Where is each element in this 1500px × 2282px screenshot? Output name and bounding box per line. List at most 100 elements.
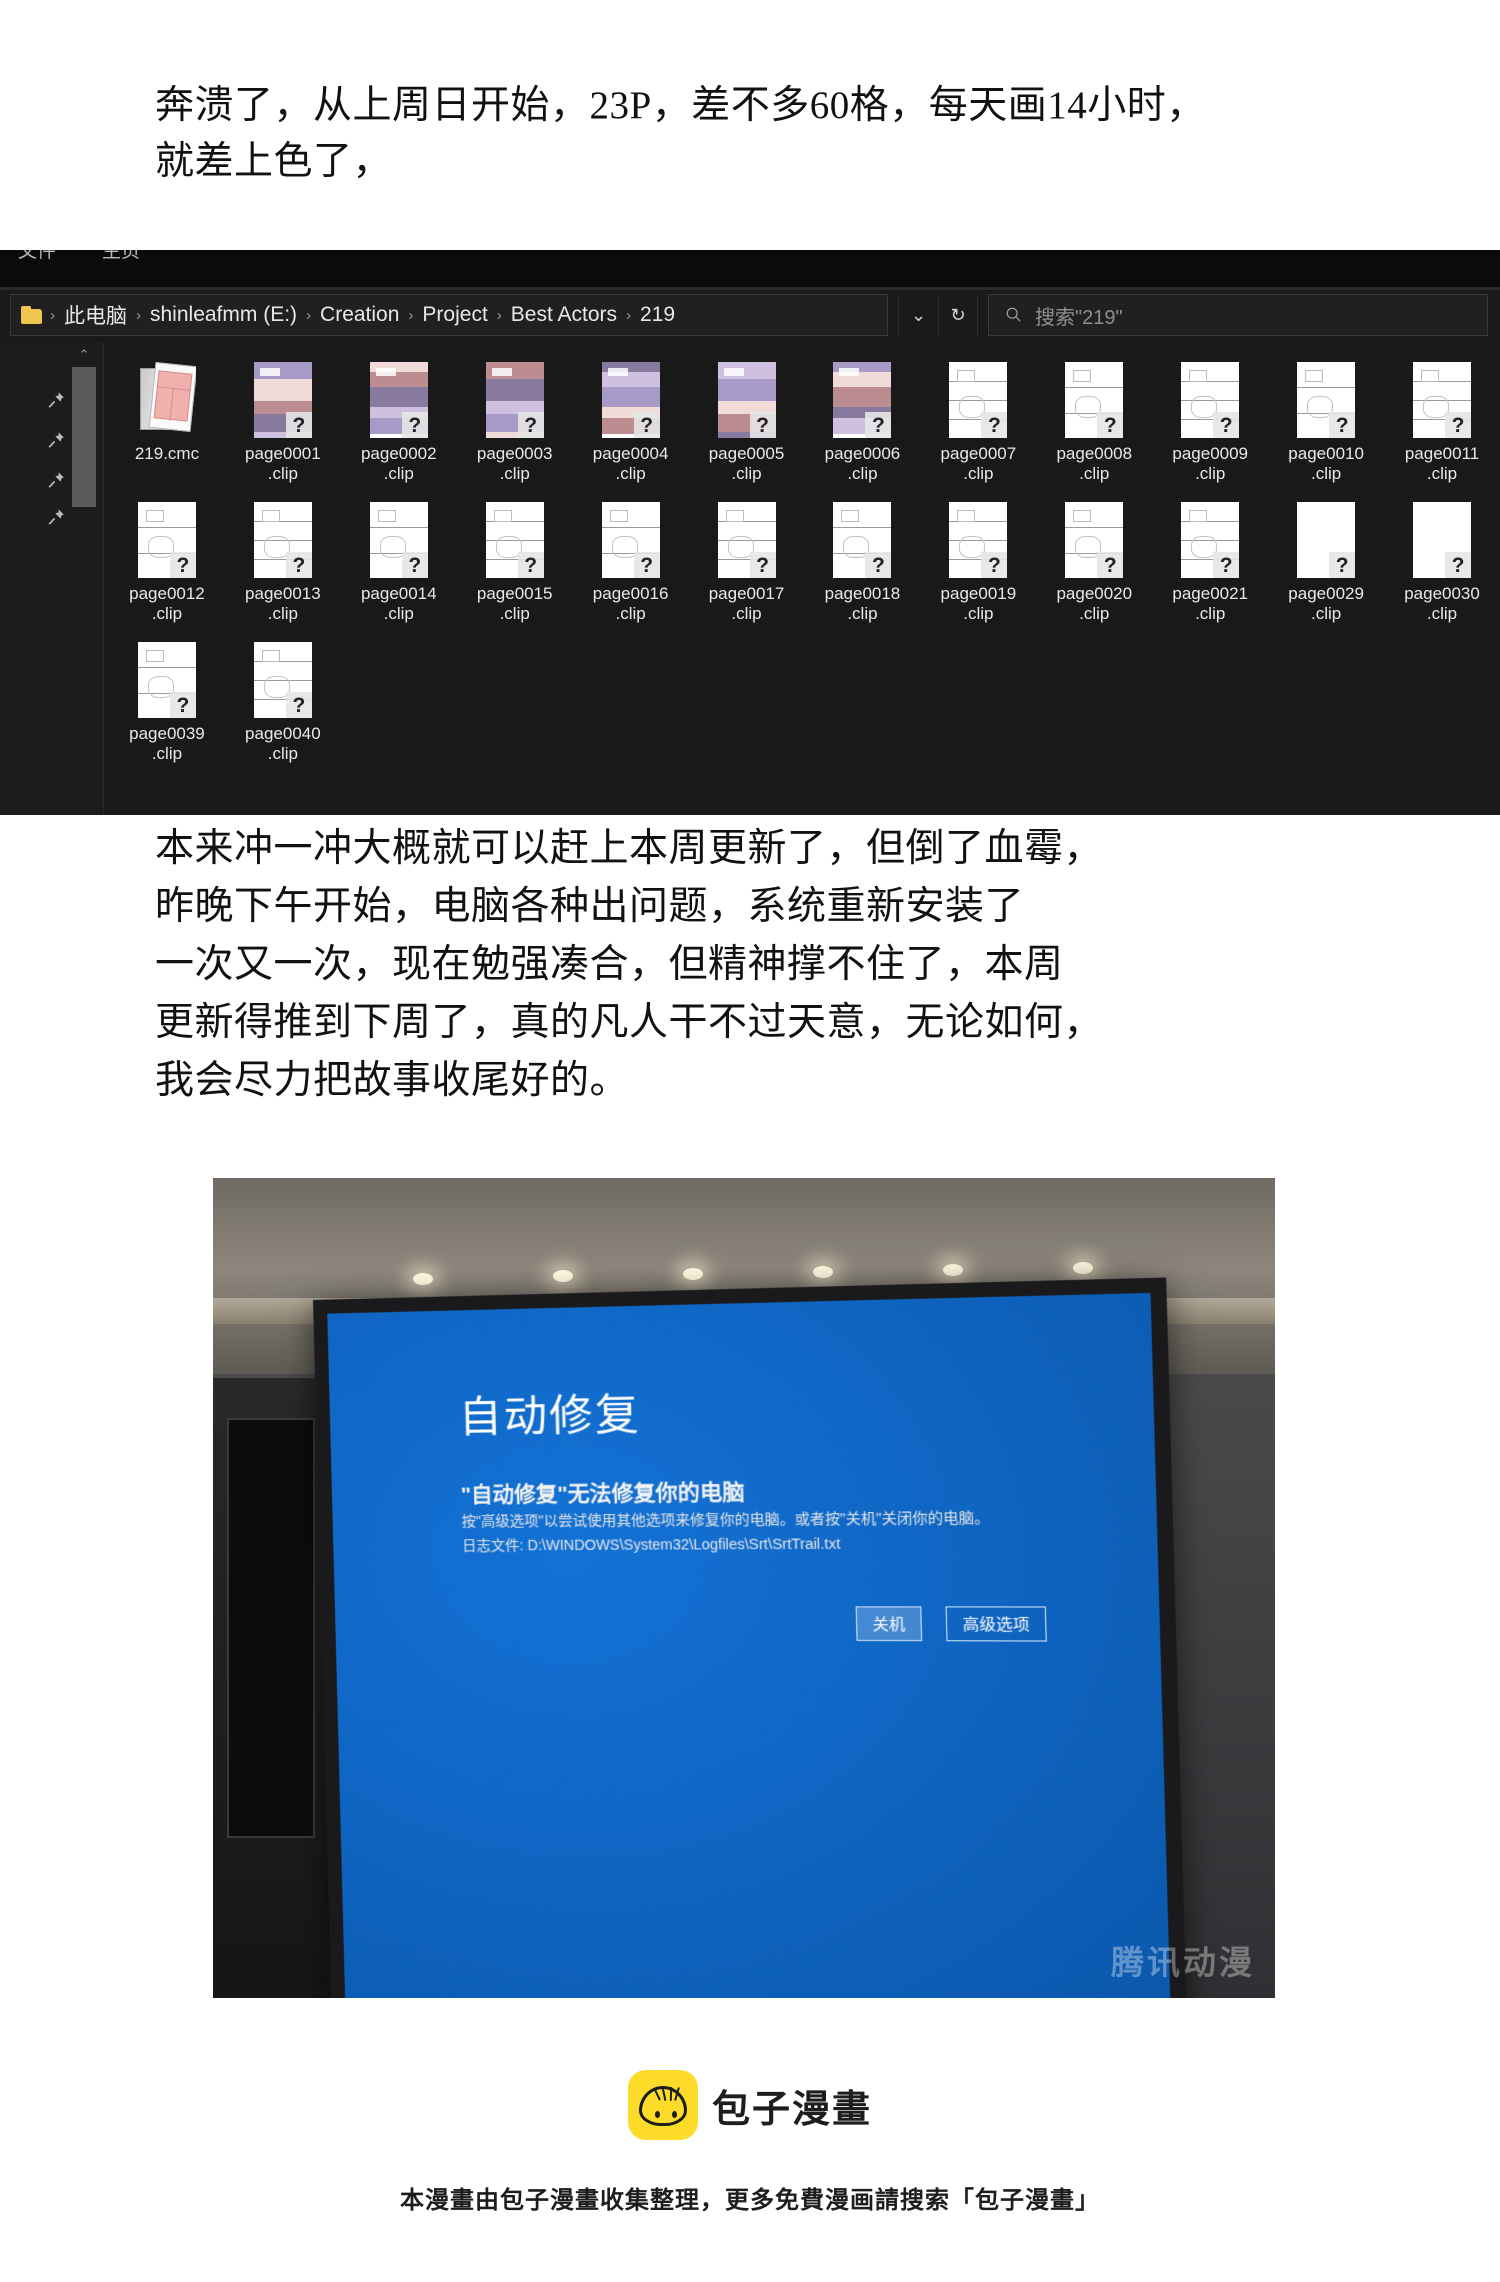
file-extension: .clip — [731, 464, 762, 483]
clip-file-thumbnail: ? — [949, 362, 1008, 438]
ceiling-light — [553, 1270, 573, 1282]
clip-file-thumbnail: ? — [833, 502, 892, 578]
unknown-format-badge: ? — [169, 692, 196, 718]
chevron-down-icon[interactable]: ⌄ — [898, 295, 938, 335]
file-item[interactable]: ? page0016 .clip — [573, 494, 689, 624]
unknown-format-badge: ? — [285, 412, 312, 438]
file-item[interactable]: ? page0002 .clip — [341, 354, 457, 484]
ribbon-tab-file[interactable]: 文件 — [18, 250, 56, 263]
file-name: page0006 — [824, 444, 901, 463]
file-item[interactable]: ? page0006 .clip — [804, 354, 920, 484]
file-item[interactable]: ? page0005 .clip — [689, 354, 805, 484]
file-item[interactable]: ? page0008 .clip — [1036, 354, 1152, 484]
file-extension: .clip — [847, 604, 878, 623]
clip-file-thumbnail: ? — [1297, 502, 1356, 578]
file-name: 219.cmc — [134, 444, 200, 463]
ribbon-tab-home[interactable]: 主页 — [102, 250, 140, 263]
file-item[interactable]: ? page0001 .clip — [225, 354, 341, 484]
file-name: page0018 — [824, 584, 901, 603]
file-item[interactable]: ? page0040 .clip — [225, 634, 341, 764]
footer-brand: 包子漫畫 — [0, 2070, 1500, 2140]
unknown-format-badge: ? — [1213, 552, 1240, 578]
search-input[interactable]: 搜索"219" — [988, 294, 1488, 336]
file-extension: .clip — [1426, 604, 1458, 623]
ceiling-light — [683, 1268, 703, 1280]
file-name: page0021 — [1172, 584, 1249, 603]
unknown-format-badge: ? — [401, 552, 428, 578]
file-extension: .clip — [1195, 464, 1226, 483]
pin-icon[interactable] — [46, 430, 66, 450]
file-name: page0015 — [476, 584, 553, 603]
file-item[interactable]: ? page0012 .clip — [109, 494, 225, 624]
file-name: page0001 — [245, 444, 321, 463]
bun-body — [638, 2086, 687, 2126]
file-item[interactable]: ? page0004 .clip — [573, 354, 689, 484]
clip-file-thumbnail: ? — [833, 362, 892, 438]
clip-file-thumbnail: ? — [1065, 362, 1124, 438]
folder-icon — [21, 306, 43, 324]
file-item[interactable]: 219.cmc — [109, 354, 225, 484]
unknown-format-badge: ? — [517, 552, 544, 578]
file-item[interactable]: ? page0039 .clip — [109, 634, 225, 764]
file-item[interactable]: ? page0019 .clip — [920, 494, 1036, 624]
unknown-format-badge: ? — [285, 692, 312, 718]
shutdown-button[interactable]: 关机 — [855, 1606, 923, 1642]
refresh-icon[interactable]: ↻ — [938, 295, 978, 335]
file-name: page0003 — [476, 444, 553, 463]
clip-file-thumbnail: ? — [601, 362, 660, 438]
breadcrumb-item-best-actors[interactable]: Best Actors — [503, 303, 625, 327]
breadcrumb-item-this-pc[interactable]: 此电脑 — [56, 300, 135, 330]
file-item[interactable]: ? page0011 .clip — [1384, 354, 1500, 484]
file-item[interactable]: ? page0029 .clip — [1268, 494, 1384, 624]
file-name: page0030 — [1404, 584, 1480, 603]
file-item[interactable]: ? page0007 .clip — [920, 354, 1036, 484]
unknown-format-badge: ? — [1097, 412, 1124, 438]
bsod-subtitle: "自动修复"无法修复你的电脑 — [460, 1480, 745, 1507]
file-item[interactable]: ? page0010 .clip — [1268, 354, 1384, 484]
file-item[interactable]: ? page0021 .clip — [1152, 494, 1268, 624]
clip-file-thumbnail: ? — [253, 362, 312, 438]
bsod-title: 自动修复 — [458, 1390, 642, 1442]
unknown-format-badge: ? — [981, 412, 1008, 438]
file-name: page0010 — [1288, 444, 1364, 463]
narration-line: 更新得推到下周了，真的凡人干不过天意，无论如何， — [155, 1001, 1104, 1044]
file-extension: .clip — [383, 464, 414, 483]
file-list-pane[interactable]: 219.cmc? page0001 .clip? page0002 .clip? page… — [105, 342, 1500, 815]
unknown-format-badge: ? — [981, 552, 1008, 578]
narration-line: 奔溃了，从上周日开始，23P，差不多60格，每天画14小时， — [155, 84, 1206, 127]
breadcrumb-item-219[interactable]: 219 — [632, 303, 683, 327]
address-bar[interactable]: › 此电脑 › shinleafmm (E:) › Creation › Pro… — [10, 294, 888, 336]
file-item[interactable]: ? page0003 .clip — [457, 354, 573, 484]
navigation-scrollbar[interactable] — [72, 367, 96, 507]
clip-file-thumbnail: ? — [137, 502, 196, 578]
file-item[interactable]: ? page0014 .clip — [341, 494, 457, 624]
file-item[interactable]: ? page0018 .clip — [804, 494, 920, 624]
monitor-screen: 自动修复 "自动修复"无法修复你的电脑 按"高级选项"以尝试使用其他选项来修复你… — [327, 1292, 1172, 1998]
ceiling-light — [943, 1264, 963, 1276]
file-name: page0005 — [708, 444, 785, 463]
unknown-format-badge: ? — [749, 412, 776, 438]
cabinet-inner — [227, 1418, 315, 1838]
file-name: page0009 — [1172, 444, 1249, 463]
pin-icon[interactable] — [46, 507, 66, 527]
file-item[interactable]: ? page0013 .clip — [225, 494, 341, 624]
breadcrumb-item-drive[interactable]: shinleafmm (E:) — [142, 303, 305, 327]
advanced-options-button[interactable]: 高级选项 — [945, 1606, 1047, 1642]
pin-icon[interactable] — [46, 470, 66, 490]
file-item[interactable]: ? page0009 .clip — [1152, 354, 1268, 484]
breadcrumb-item-project[interactable]: Project — [414, 303, 495, 327]
scroll-up-icon[interactable]: ⌃ — [74, 346, 94, 364]
file-item[interactable]: ? page0015 .clip — [457, 494, 573, 624]
file-item[interactable]: ? page0017 .clip — [689, 494, 805, 624]
file-item[interactable]: ? page0030 .clip — [1384, 494, 1500, 624]
unknown-format-badge: ? — [1329, 552, 1356, 578]
file-item[interactable]: ? page0020 .clip — [1036, 494, 1152, 624]
breadcrumb-item-creation[interactable]: Creation — [312, 303, 407, 327]
breadcrumb-separator: › — [496, 306, 502, 324]
file-name: page0007 — [940, 444, 1017, 463]
file-grid: 219.cmc? page0001 .clip? page0002 .clip? page… — [109, 354, 1500, 764]
pin-icon[interactable] — [46, 390, 66, 410]
cmc-file-icon — [138, 362, 196, 438]
breadcrumb-separator: › — [408, 306, 414, 324]
file-name: page0039 — [129, 724, 205, 743]
